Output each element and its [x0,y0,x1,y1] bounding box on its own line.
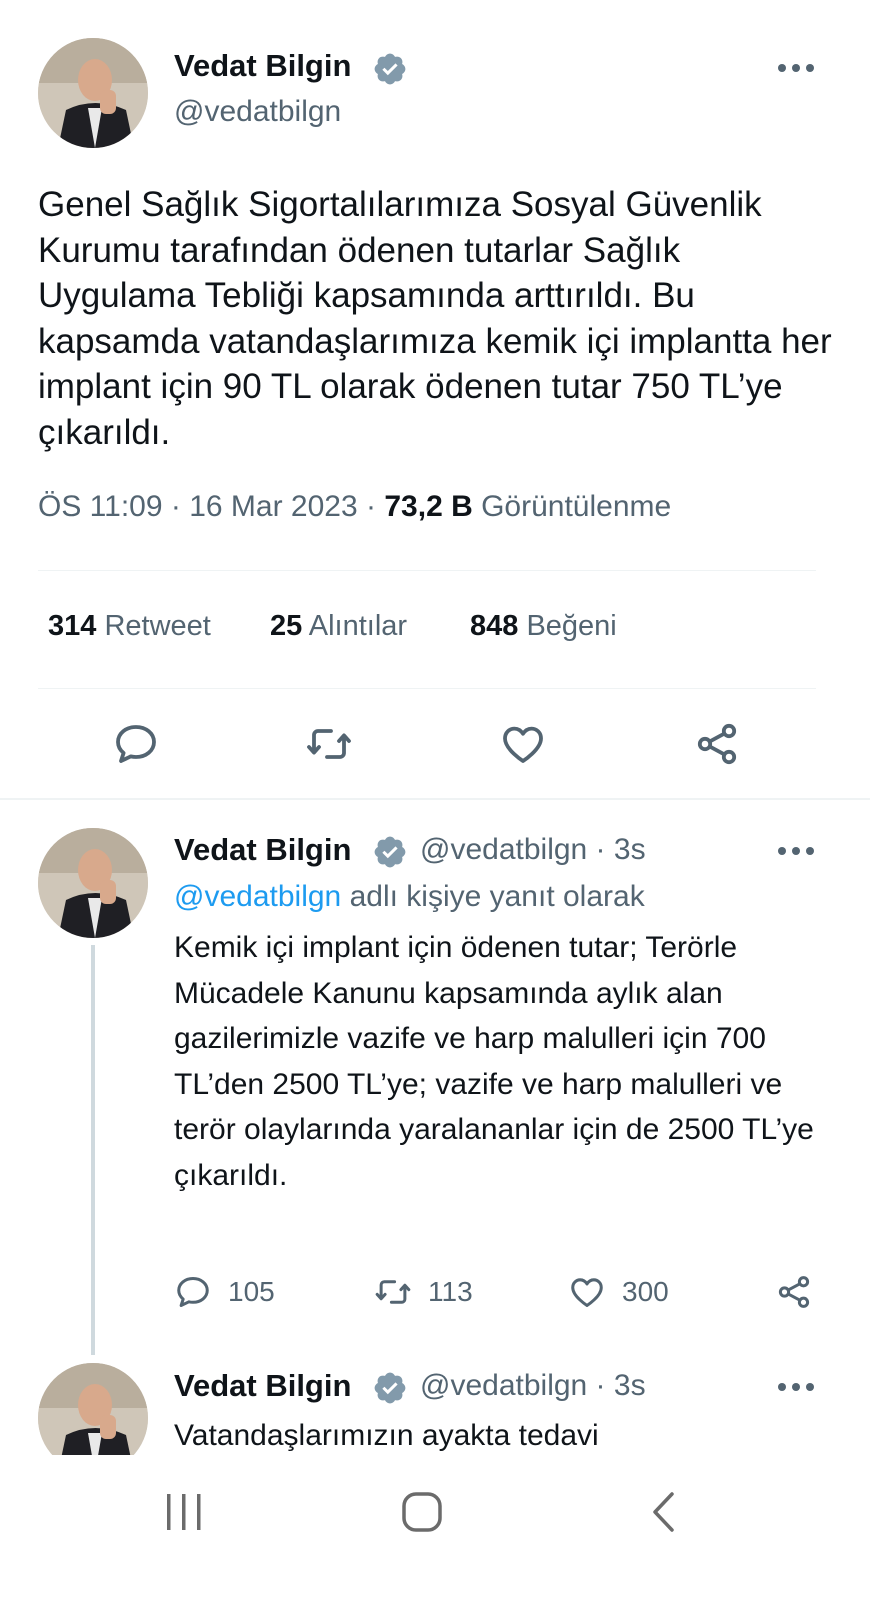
meta-separator: · [170,490,181,523]
likes-count: 848 [470,610,519,642]
author-name[interactable]: Vedat Bilgin [174,48,351,84]
retweet-button[interactable] [305,720,353,768]
share-button[interactable] [693,720,741,768]
views-label: Görüntülenme [481,490,672,523]
reply-handle-time[interactable]: @vedatbilgn · 3s [420,1369,646,1403]
quotes-label: Alıntılar [308,610,408,642]
section-divider [0,798,870,800]
retweet-count: 113 [428,1276,473,1307]
reply-icon [177,1277,209,1307]
like-icon [503,726,543,763]
verified-badge-icon [374,836,406,868]
reply-icon [116,725,156,763]
more-options-icon[interactable] [776,1381,816,1393]
share-icon [697,723,737,765]
likes-stat[interactable]: 848 Beğeni [470,610,617,643]
more-options-icon[interactable] [776,845,816,857]
reply-retweet-button[interactable]: 113 [374,1273,473,1313]
reply-to-mention[interactable]: @vedatbilgn [174,880,341,913]
reply-text: Vatandaşlarımızın ayakta tedavi [174,1419,599,1452]
back-icon[interactable] [648,1490,678,1534]
reply-text: Kemik içi implant için ödenen tutar; Ter… [174,931,814,1192]
share-icon [778,1276,810,1308]
tweet-text: Genel Sağlık Sigortalılarımıza Sosyal Gü… [38,185,832,452]
verified-badge-icon [374,1372,406,1404]
reply-author-avatar[interactable] [38,828,148,938]
views-count: 73,2 B [384,490,473,523]
reply-handle-time[interactable]: @vedatbilgn · 3s [420,833,646,867]
reply-button[interactable] [112,720,160,768]
tweet-meta: ÖS 11:09 · 16 Mar 2023 · 73,2 B Görüntül… [38,490,671,524]
reply-author-name[interactable]: Vedat Bilgin [174,832,351,868]
like-count: 300 [622,1276,669,1307]
retweet-icon [375,1280,411,1304]
tweet-date[interactable]: 16 Mar 2023 [189,490,357,523]
avatar-photo [38,828,148,938]
reply-like-button[interactable]: 300 [568,1273,669,1313]
likes-label: Beğeni [526,610,617,642]
tweet-time[interactable]: ÖS 11:09 [38,490,163,523]
like-icon [571,1278,603,1307]
more-options-icon[interactable] [776,62,816,74]
quotes-count: 25 [270,610,303,642]
retweets-count: 314 [48,610,97,642]
retweets-label: Retweet [104,610,211,642]
divider [38,570,816,571]
reply-to-text: adlı kişiye yanıt olarak [341,880,645,913]
retweets-stat[interactable]: 314 Retweet [48,610,211,643]
replying-to: @vedatbilgn adlı kişiye yanıt olarak [174,880,645,914]
reply-author-name[interactable]: Vedat Bilgin [174,1368,351,1404]
thread-line [91,945,95,1355]
recent-apps-icon[interactable] [162,1492,206,1532]
reply-reply-button[interactable]: 105 [174,1273,275,1313]
meta-separator: · [366,490,377,523]
retweet-icon [307,729,351,759]
author-avatar[interactable] [38,38,148,148]
home-icon[interactable] [400,1490,444,1534]
system-nav-bar [0,1455,870,1600]
reply-count: 105 [228,1276,275,1307]
quotes-stat[interactable]: 25 Alıntılar [270,610,407,643]
divider [38,688,816,689]
avatar-photo [38,38,148,148]
reply-share-button[interactable] [775,1273,813,1313]
author-handle[interactable]: @vedatbilgn [174,95,341,129]
verified-badge-icon [374,53,406,85]
like-button[interactable] [499,720,547,768]
